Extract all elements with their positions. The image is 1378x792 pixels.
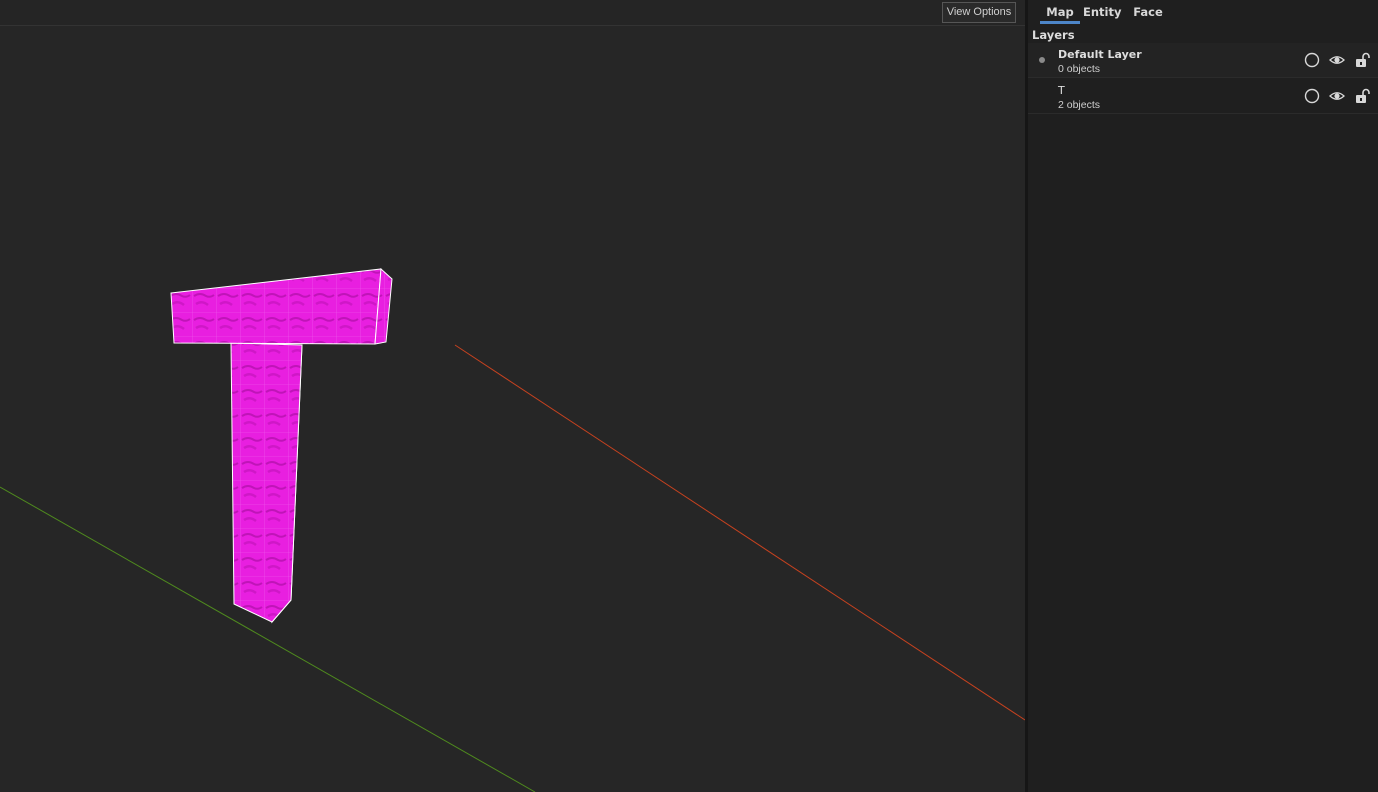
inspector-panel: Map Entity Face Layers Default Layer 0 o…	[1028, 0, 1378, 792]
view-options-button[interactable]: View Options	[942, 2, 1016, 23]
3d-viewport[interactable]: View Options	[0, 0, 1025, 792]
layer-object-count: 2 objects	[1058, 99, 1101, 111]
row-separator	[1028, 113, 1378, 114]
inspector-tabbar: Map Entity Face	[1028, 0, 1378, 25]
viewport-toolbar: View Options	[0, 0, 1025, 26]
tab-face[interactable]: Face	[1132, 4, 1164, 22]
eye-icon[interactable]	[1329, 88, 1345, 104]
brush-stem-front[interactable]	[230, 342, 303, 623]
brush-top-front[interactable]	[170, 268, 382, 345]
current-layer-indicator	[1039, 57, 1045, 63]
x-axis-line	[454, 344, 1025, 721]
layer-name: T	[1058, 84, 1065, 97]
layer-object-count: 0 objects	[1058, 63, 1101, 75]
unlock-icon[interactable]	[1354, 88, 1370, 104]
row-separator	[1028, 77, 1378, 78]
circle-icon[interactable]	[1304, 88, 1320, 104]
circle-icon[interactable]	[1304, 52, 1320, 68]
scene-canvas[interactable]	[0, 0, 1025, 792]
eye-icon[interactable]	[1329, 52, 1345, 68]
tab-entity[interactable]: Entity	[1083, 4, 1121, 22]
layer-name: Default Layer	[1058, 48, 1142, 61]
brush-t-shape[interactable]	[170, 267, 393, 624]
layer-row-t[interactable]: T 2 objects	[1028, 79, 1378, 114]
tab-map[interactable]: Map	[1040, 4, 1080, 24]
layers-heading: Layers	[1032, 28, 1075, 42]
layer-row-default[interactable]: Default Layer 0 objects	[1028, 43, 1378, 78]
unlock-icon[interactable]	[1354, 52, 1370, 68]
